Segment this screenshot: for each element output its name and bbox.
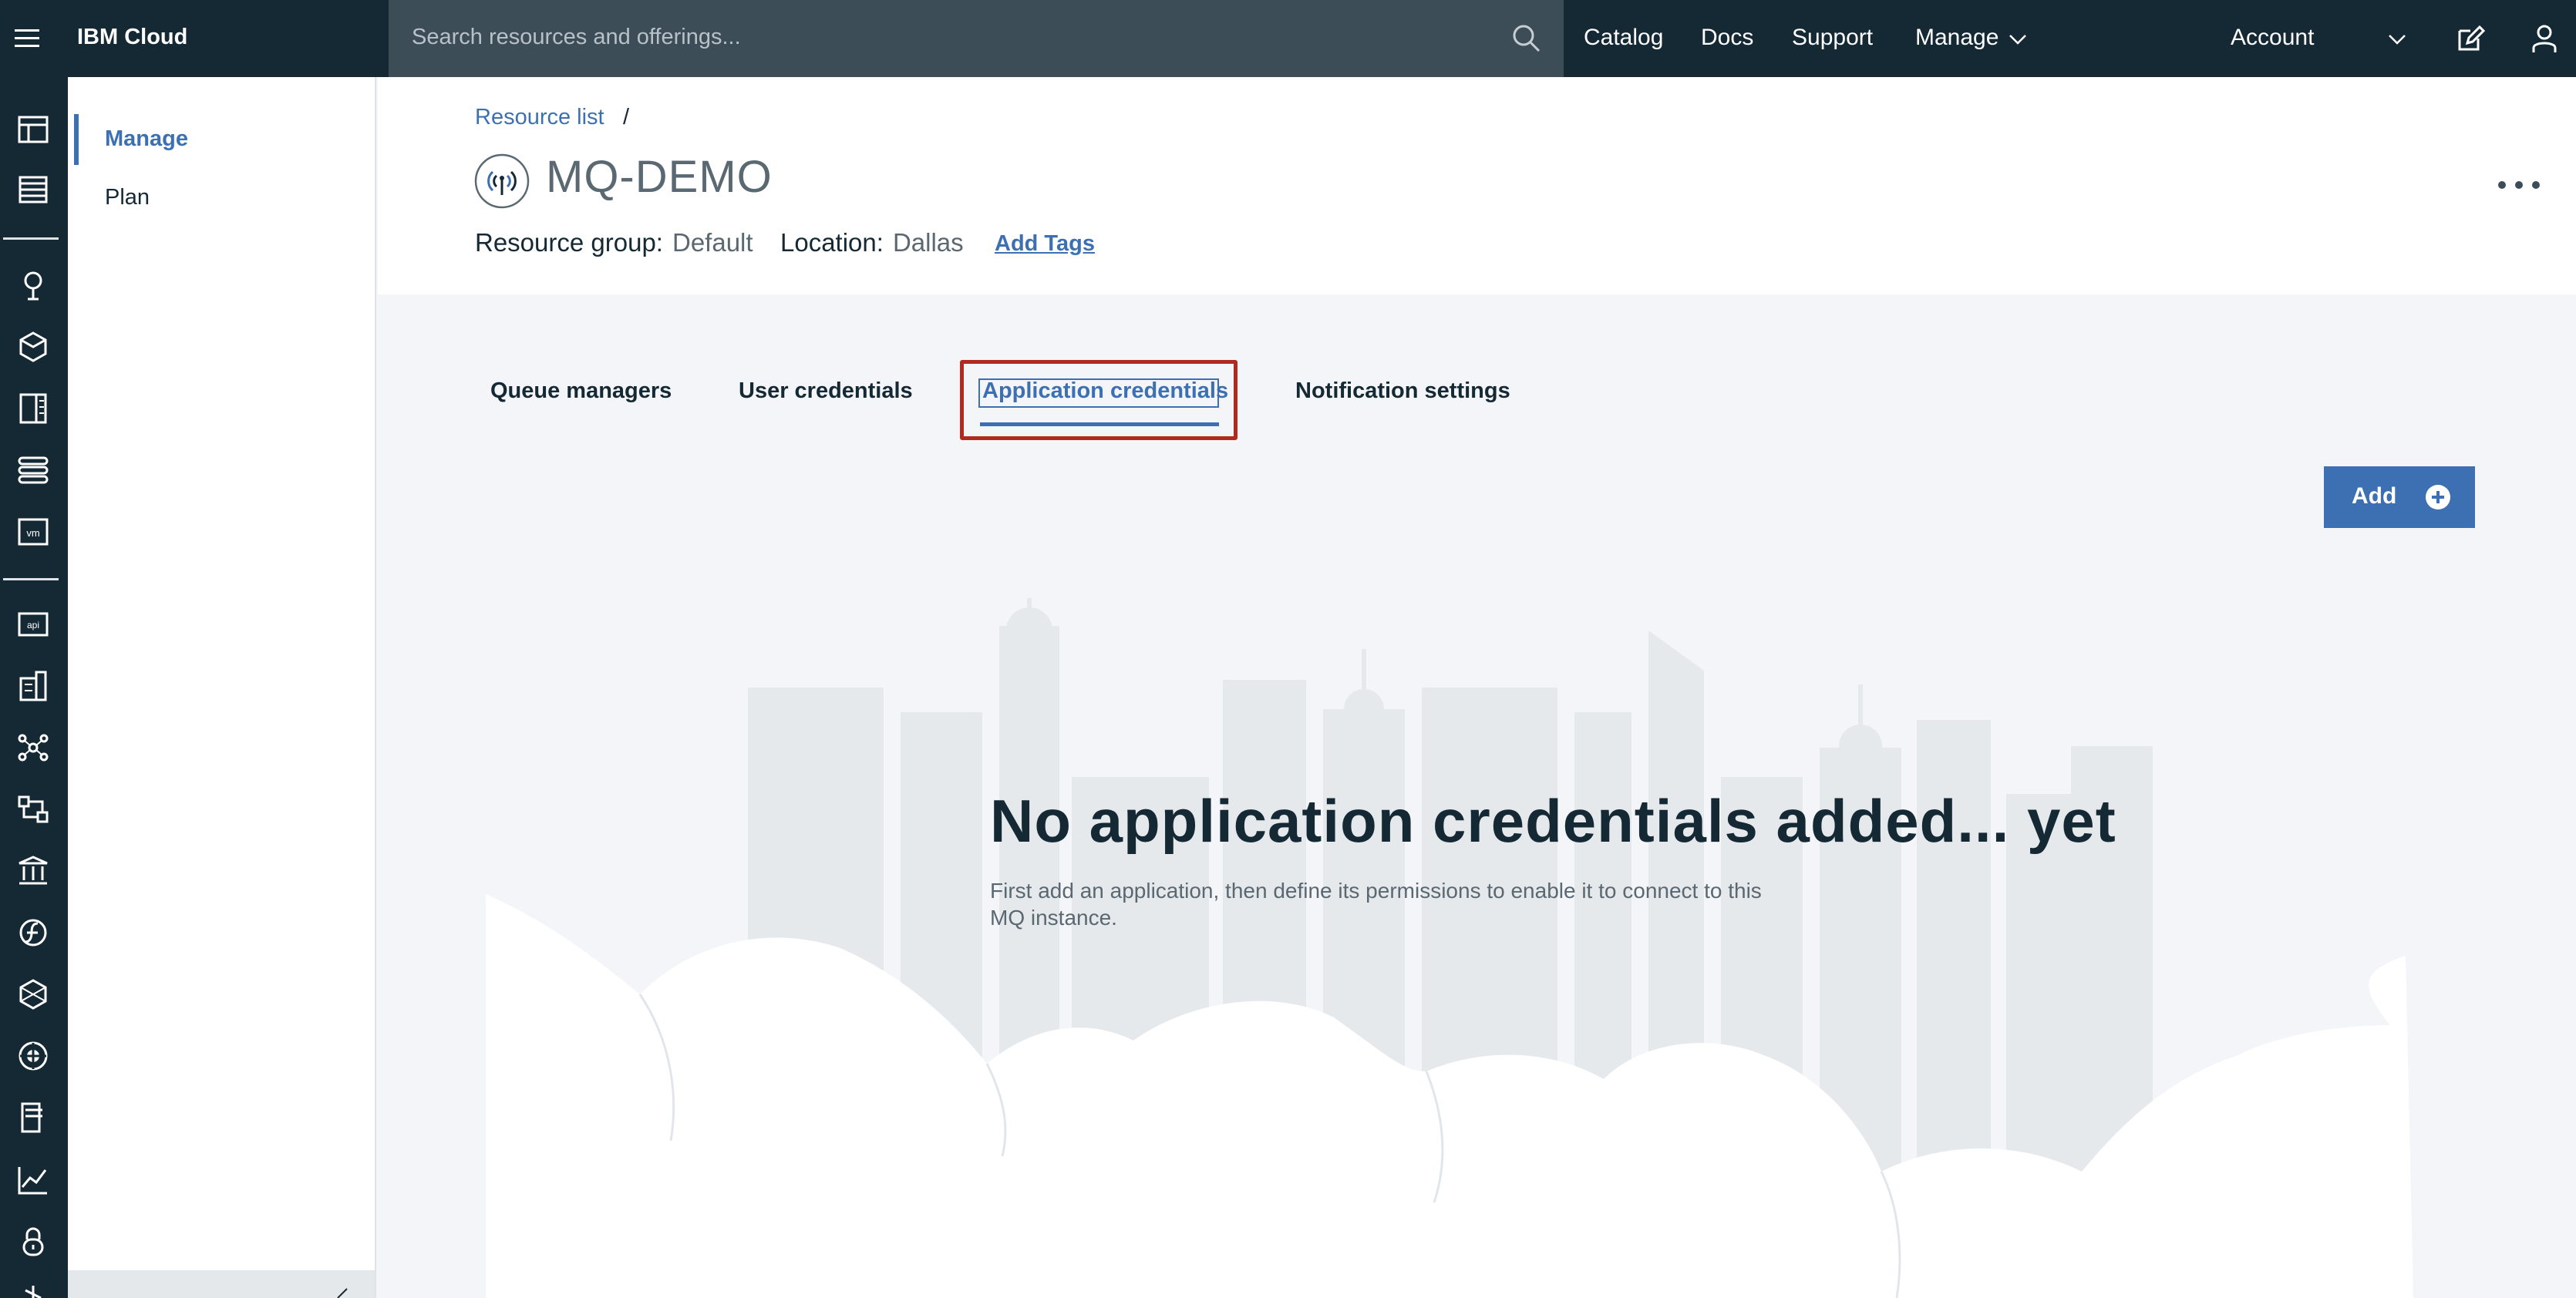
resource-group-value: Default: [672, 228, 753, 257]
breadcrumb-resource-list[interactable]: Resource list: [475, 105, 604, 130]
location-value: Dallas: [892, 228, 964, 257]
page-title: MQ-DEMO: [546, 152, 773, 202]
add-button-label: Add: [2352, 483, 2397, 509]
empty-state-description: First add an application, then define it…: [990, 879, 1762, 930]
tab-notification-settings[interactable]: Notification settings: [1295, 378, 1510, 404]
highlight-box: [960, 360, 1237, 440]
add-button[interactable]: Add: [2324, 466, 2475, 528]
breadcrumb-separator: /: [623, 105, 630, 129]
resource-group-label: Resource group:: [475, 228, 663, 257]
tab-queue-managers[interactable]: Queue managers: [490, 378, 672, 404]
mq-service-icon: [474, 153, 530, 209]
add-circle-icon: [2426, 485, 2450, 509]
tab-user-credentials[interactable]: User credentials: [739, 378, 913, 404]
resource-group: Resource group: Default: [475, 228, 753, 257]
overflow-menu-icon[interactable]: [2496, 177, 2542, 193]
page-header: Resource list / MQ-DEMO Resource group: D…: [378, 77, 2576, 294]
location: Location: Dallas: [780, 228, 964, 257]
location-label: Location:: [780, 228, 884, 257]
add-tags-link[interactable]: Add Tags: [995, 231, 1095, 257]
empty-state-title: No application credentials added... yet: [990, 787, 2116, 855]
